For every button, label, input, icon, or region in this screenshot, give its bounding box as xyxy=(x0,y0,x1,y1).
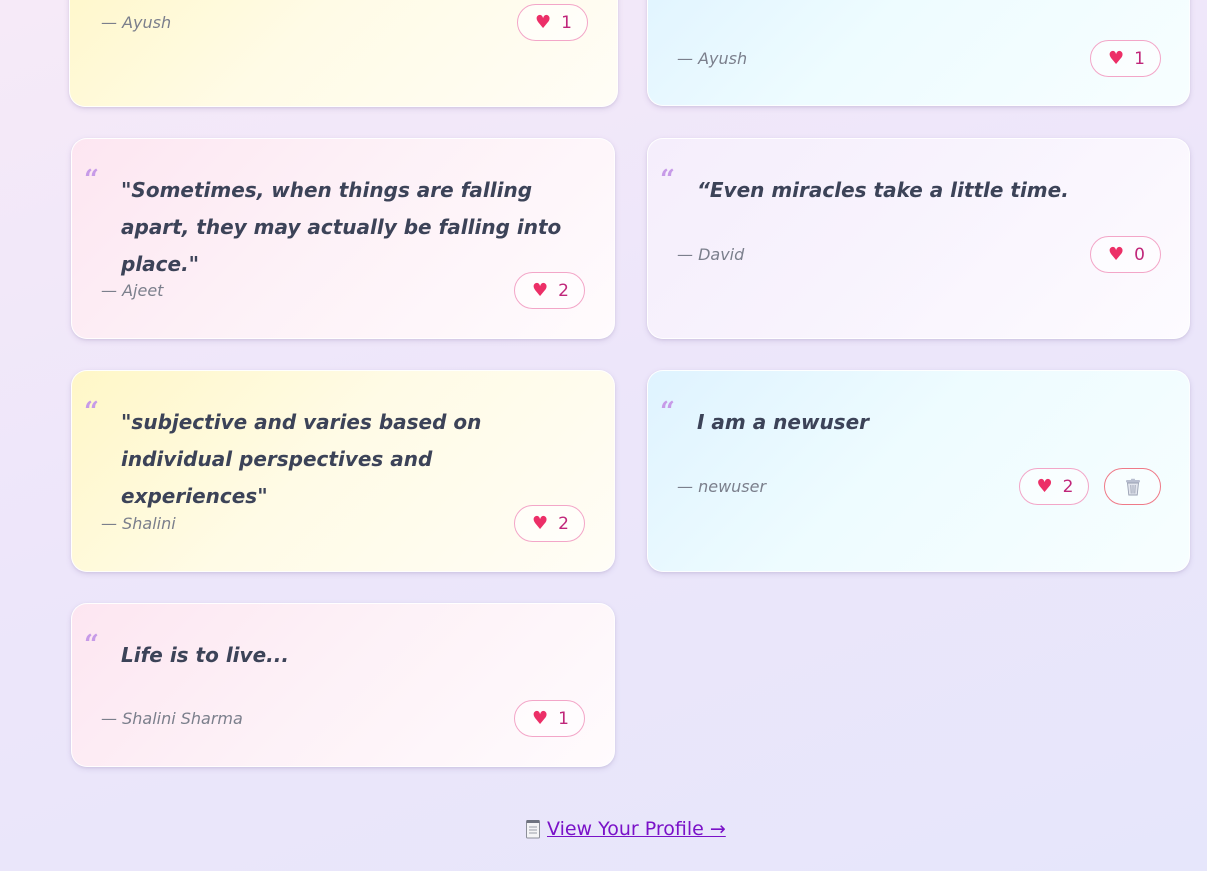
quote-text: “Even miracles take a little time. xyxy=(697,178,1069,202)
like-button[interactable]: ♥ 1 xyxy=(1090,40,1161,77)
like-count: 1 xyxy=(1134,48,1145,69)
heart-icon: ♥ xyxy=(532,512,549,534)
like-button[interactable]: ♥ 2 xyxy=(514,505,585,542)
heart-icon: ♥ xyxy=(1108,47,1125,69)
like-count: 1 xyxy=(561,12,572,33)
heart-icon: ♥ xyxy=(532,279,549,301)
trash-can-icon xyxy=(1124,478,1142,496)
quote-author: — Shalini Sharma xyxy=(101,709,243,728)
quote-card: “ "subjective and varies based on indivi… xyxy=(71,370,615,572)
quote-author: — Ayush xyxy=(101,13,172,32)
heart-icon: ♥ xyxy=(1108,243,1125,265)
like-count: 0 xyxy=(1134,244,1145,265)
quote-mark-icon: “ xyxy=(84,397,99,427)
like-button[interactable]: ♥ 0 xyxy=(1090,236,1161,273)
quote-card: — Ayush ♥ 1 xyxy=(647,0,1190,106)
heart-icon: ♥ xyxy=(535,11,552,33)
like-count: 1 xyxy=(558,708,569,729)
like-button[interactable]: ♥ 2 xyxy=(514,272,585,309)
view-profile-link[interactable]: View Your Profile → xyxy=(525,818,726,840)
quote-card: — Ayush ♥ 1 xyxy=(69,0,618,107)
quote-mark-icon: “ xyxy=(84,165,99,195)
notepad-icon xyxy=(525,819,541,839)
quote-mark-icon: “ xyxy=(84,630,99,660)
heart-icon: ♥ xyxy=(532,707,549,729)
delete-button[interactable] xyxy=(1104,468,1161,505)
quote-text: I am a newuser xyxy=(697,410,870,434)
quote-mark-icon: “ xyxy=(660,165,675,195)
quote-text: "subjective and varies based on individu… xyxy=(121,410,482,508)
heart-icon: ♥ xyxy=(1036,475,1053,497)
like-count: 2 xyxy=(558,513,569,534)
like-button[interactable]: ♥ 1 xyxy=(514,700,585,737)
quote-card: “ "Sometimes, when things are falling ap… xyxy=(71,138,615,339)
quote-author: — Ayush xyxy=(677,49,748,68)
like-count: 2 xyxy=(558,280,569,301)
quote-author: — newuser xyxy=(677,477,767,496)
like-count: 2 xyxy=(1062,476,1074,497)
view-profile-label: View Your Profile → xyxy=(547,818,726,840)
quote-author: — Ajeet xyxy=(101,281,164,300)
quote-card: “ “Even miracles take a little time. — D… xyxy=(647,138,1190,339)
quote-text: "Sometimes, when things are falling apar… xyxy=(121,178,562,276)
like-button[interactable]: ♥ 1 xyxy=(517,4,588,41)
quote-text: Life is to live... xyxy=(121,643,289,667)
quote-author: — David xyxy=(677,245,745,264)
quote-card: “ I am a newuser — newuser ♥ 2 xyxy=(647,370,1190,572)
quote-author: — Shalini xyxy=(101,514,176,533)
like-button[interactable]: ♥ 2 xyxy=(1019,468,1089,505)
quote-mark-icon: “ xyxy=(660,397,675,427)
quote-card: “ Life is to live... — Shalini Sharma ♥ … xyxy=(71,603,615,767)
